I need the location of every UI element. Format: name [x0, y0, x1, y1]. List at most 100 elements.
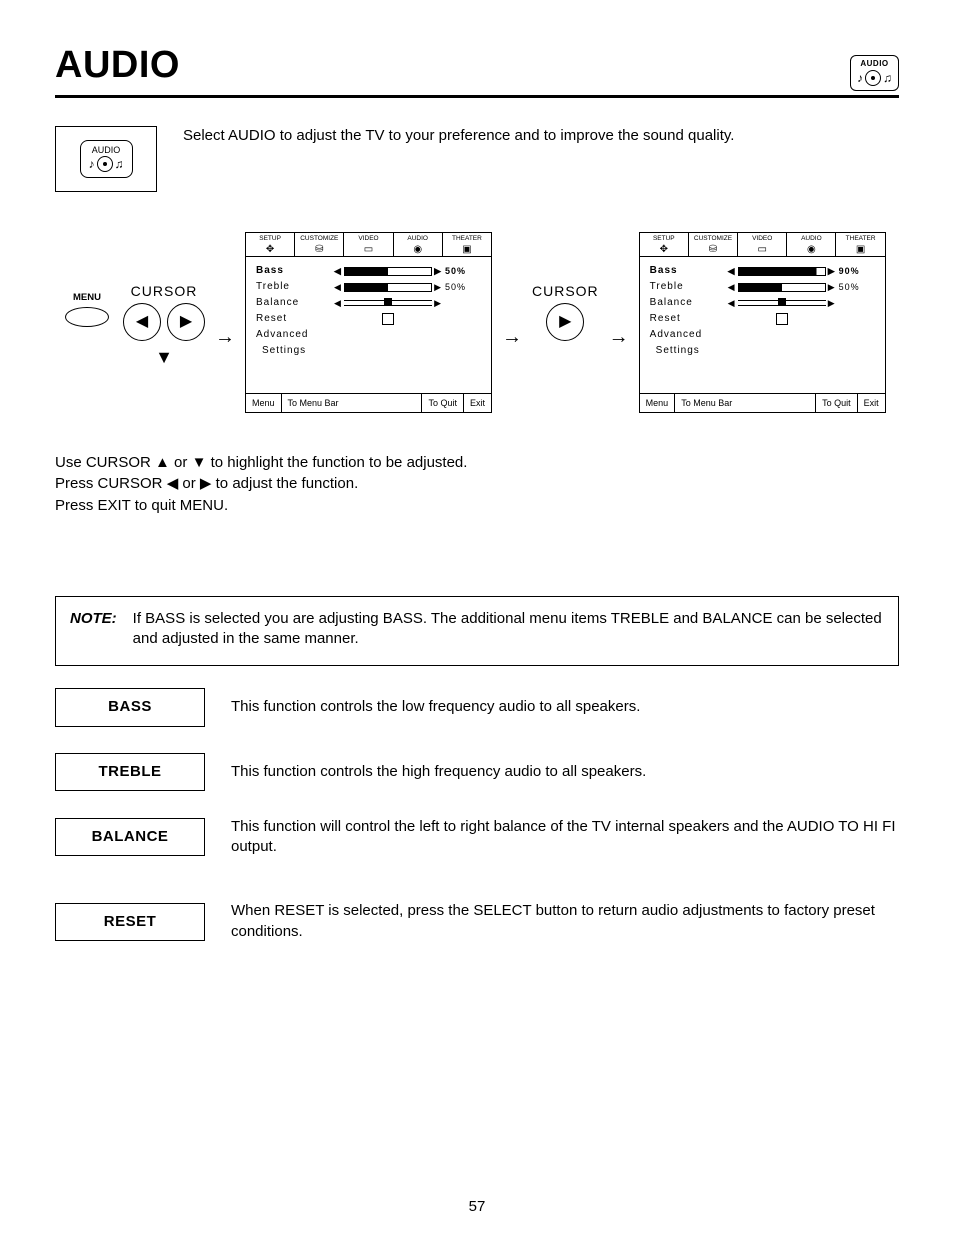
diagram: MENU CURSOR ◀ ▶ ▼ → SETUP✥ CUSTOMIZE⛁ VI… — [65, 232, 899, 413]
tab-label: THEATER — [452, 235, 482, 244]
osd-footer: Menu To Menu Bar To Quit Exit — [246, 393, 491, 412]
bar-fill-icon — [344, 267, 432, 276]
osd-item-balance: Balance — [650, 295, 875, 311]
audio-dial-icon: ♪ ♫ — [89, 156, 124, 172]
osd-item-treble: Treble 50% — [650, 279, 875, 295]
osd-item-label: Settings — [256, 344, 340, 358]
note-icon: ♪ — [857, 70, 863, 86]
tab-label: SETUP — [653, 235, 675, 244]
note-box: NOTE: If BASS is selected you are adjust… — [55, 596, 899, 667]
text: to highlight the function to be adjusted… — [206, 454, 467, 471]
audio-icon: ◉ — [807, 245, 816, 255]
bar-fill-icon — [344, 283, 432, 292]
balance-icon — [334, 297, 442, 309]
arrow-icon: → — [609, 324, 629, 351]
theater-icon: ▣ — [856, 245, 865, 255]
osd-item-label: Reset — [650, 312, 728, 326]
footer-menu: Menu — [640, 394, 676, 412]
dial-icon — [865, 70, 881, 86]
osd-item-label: Treble — [650, 280, 728, 294]
osd-item-treble: Treble 50% — [256, 279, 481, 295]
osd-item-label: Balance — [256, 296, 334, 310]
tab-audio: AUDIO◉ — [787, 233, 836, 256]
footer-exit: Exit — [464, 394, 491, 412]
def-text: This function controls the low frequency… — [231, 697, 899, 717]
tab-video: VIDEO▭ — [738, 233, 787, 256]
page: AUDIO AUDIO ♪ ♫ AUDIO ♪ ♫ Select AUDIO t… — [0, 0, 954, 1235]
cursor-right-icon: ▶ — [167, 303, 205, 341]
tab-label: CUSTOMIZE — [694, 235, 732, 244]
right-triangle-icon: ▶ — [559, 311, 571, 333]
intro-text: Select AUDIO to adjust the TV to your pr… — [183, 126, 734, 146]
tab-customize: CUSTOMIZE⛁ — [689, 233, 738, 256]
osd-item-label: Advanced — [650, 328, 728, 342]
right-triangle-icon: ▶ — [200, 475, 212, 492]
checkbox-icon — [334, 313, 442, 325]
audio-icon: ◉ — [413, 245, 422, 255]
footer-to-menu-bar: To Menu Bar — [675, 394, 815, 412]
osd-screen-left: SETUP✥ CUSTOMIZE⛁ VIDEO▭ AUDIO◉ THEATER▣… — [245, 232, 492, 413]
instruction-line-2: Press CURSOR ◀ or ▶ to adjust the functi… — [55, 474, 899, 494]
osd-item-reset: Reset — [650, 311, 875, 327]
left-triangle-icon: ◀ — [167, 475, 179, 492]
left-triangle-icon: ◀ — [136, 311, 148, 333]
tab-customize: CUSTOMIZE⛁ — [295, 233, 344, 256]
audio-icon-inner: AUDIO ♪ ♫ — [80, 140, 133, 178]
note-icon: ♫ — [115, 156, 124, 172]
slider-icon — [728, 281, 836, 293]
down-triangle-icon: ▼ — [192, 454, 207, 471]
tab-label: AUDIO — [407, 235, 428, 244]
up-triangle-icon: ▲ — [155, 454, 170, 471]
slider-icon — [334, 265, 442, 277]
audio-dial-icon: ♪ ♫ — [857, 70, 892, 86]
def-text: This function will control the left to r… — [231, 817, 899, 858]
def-row-balance: BALANCE This function will control the l… — [55, 817, 899, 858]
def-title: RESET — [55, 903, 205, 941]
note-label: NOTE: — [70, 609, 117, 629]
audio-icon-label: AUDIO — [92, 144, 121, 156]
osd-item-label: Bass — [256, 264, 334, 278]
osd-body: Bass 90% Treble 50% Balance Reset — [640, 257, 885, 393]
page-title: AUDIO — [55, 40, 180, 91]
down-triangle-icon: ▼ — [155, 345, 173, 369]
osd-item-label: Settings — [650, 344, 734, 358]
def-title: TREBLE — [55, 753, 205, 791]
tab-video: VIDEO▭ — [344, 233, 393, 256]
balance-icon — [728, 297, 836, 309]
note-icon: ♫ — [883, 70, 892, 86]
audio-corner-icon: AUDIO ♪ ♫ — [850, 55, 899, 91]
def-title: BALANCE — [55, 818, 205, 856]
osd-item-balance: Balance — [256, 295, 481, 311]
tab-setup: SETUP✥ — [246, 233, 295, 256]
cursor-cluster-1: CURSOR ◀ ▶ ▼ — [123, 282, 205, 369]
tab-label: VIDEO — [752, 235, 772, 244]
cursor-right-icon: ▶ — [546, 303, 584, 341]
header-row: AUDIO AUDIO ♪ ♫ — [55, 40, 899, 98]
osd-item-reset: Reset — [256, 311, 481, 327]
bar-fill-icon — [738, 283, 826, 292]
osd-tabbar: SETUP✥ CUSTOMIZE⛁ VIDEO▭ AUDIO◉ THEATER▣ — [246, 233, 491, 257]
dial-icon — [97, 156, 113, 172]
setup-icon: ✥ — [266, 245, 274, 255]
tab-label: VIDEO — [358, 235, 378, 244]
balance-track-icon — [738, 300, 826, 306]
customize-icon: ⛁ — [315, 245, 323, 255]
osd-tabbar: SETUP✥ CUSTOMIZE⛁ VIDEO▭ AUDIO◉ THEATER▣ — [640, 233, 885, 257]
osd-screen-right: SETUP✥ CUSTOMIZE⛁ VIDEO▭ AUDIO◉ THEATER▣… — [639, 232, 886, 413]
checkbox-icon — [728, 313, 836, 325]
osd-item-label: Bass — [650, 264, 728, 278]
setup-icon: ✥ — [660, 245, 668, 255]
text: or — [178, 475, 200, 492]
audio-corner-label: AUDIO — [860, 59, 888, 70]
cursor-left-icon: ◀ — [123, 303, 161, 341]
def-title: BASS — [55, 688, 205, 726]
tab-setup: SETUP✥ — [640, 233, 689, 256]
footer-to-quit: To Quit — [421, 394, 464, 412]
osd-item-advanced: Advanced — [256, 327, 481, 343]
text: or — [170, 454, 192, 471]
osd-value: 50% — [442, 265, 481, 277]
bar-fill-icon — [738, 267, 826, 276]
tab-label: AUDIO — [801, 235, 822, 244]
instruction-line-3: Press EXIT to quit MENU. — [55, 496, 899, 516]
definitions: BASS This function controls the low freq… — [55, 688, 899, 942]
